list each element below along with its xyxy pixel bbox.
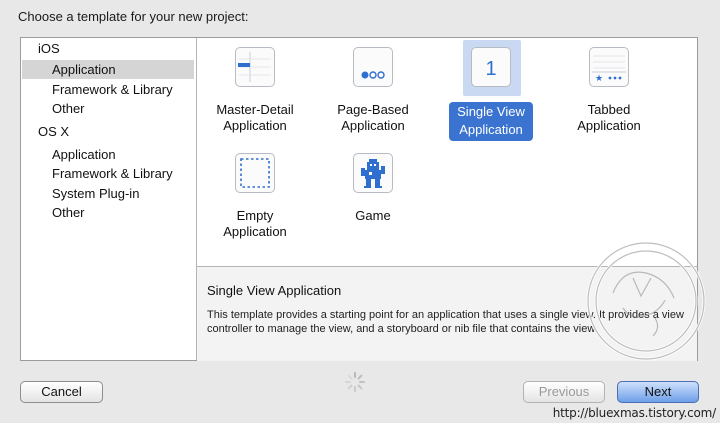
page-based-icon	[353, 47, 393, 87]
watermark-seal-icon	[586, 241, 706, 361]
template-label: Game	[355, 208, 391, 223]
sidebar-item-osx-framework-library[interactable]: Framework & Library	[52, 164, 173, 183]
sidebar-item-ios-framework-library[interactable]: Framework & Library	[52, 80, 173, 99]
tabbed-icon: ★	[589, 47, 629, 87]
template-label: Tabbed Application	[577, 102, 641, 133]
sidebar-item-osx-application[interactable]: Application	[52, 145, 116, 164]
sidebar-item-osx-system-plugin[interactable]: System Plug-in	[52, 184, 139, 203]
sidebar-item-osx-other[interactable]: Other	[52, 203, 85, 222]
single-view-glyph: 1	[485, 58, 496, 80]
template-game[interactable]: Game	[317, 144, 429, 254]
category-sidebar: iOS Application Framework & Library Othe…	[21, 38, 197, 360]
game-icon	[353, 153, 393, 193]
single-view-icon: 1	[471, 47, 511, 87]
template-page-based[interactable]: Page-Based Application	[317, 38, 429, 148]
template-empty[interactable]: Empty Application	[199, 144, 311, 254]
master-detail-icon	[235, 47, 275, 87]
empty-icon	[235, 153, 275, 193]
sidebar-group-ios: iOS	[38, 41, 60, 56]
template-single-view[interactable]: 1 Single View Application	[435, 38, 547, 148]
svg-text:★: ★	[595, 74, 603, 84]
template-label: Master-Detail Application	[216, 102, 294, 133]
template-label: Empty Application	[223, 208, 287, 239]
previous-button[interactable]: Previous	[523, 381, 605, 403]
template-master-detail[interactable]: Master-Detail Application	[199, 38, 311, 148]
dialog-title: Choose a template for your new project:	[18, 9, 249, 24]
template-grid: Master-Detail Application Page-Based Appli…	[197, 38, 697, 265]
description-title: Single View Application	[207, 283, 342, 298]
sidebar-group-osx: OS X	[38, 124, 70, 139]
template-label: Single View Application	[435, 102, 547, 141]
source-url: http://bluexmas.tistory.com/	[552, 406, 716, 420]
template-label: Page-Based Application	[337, 102, 409, 133]
sidebar-item-ios-application[interactable]: Application	[22, 60, 194, 79]
sidebar-item-ios-other[interactable]: Other	[52, 99, 85, 118]
cancel-button[interactable]: Cancel	[20, 381, 103, 403]
template-tabbed[interactable]: ★ Tabbed Application	[553, 38, 665, 148]
next-button[interactable]: Next	[617, 381, 699, 403]
progress-spinner-icon	[345, 372, 365, 392]
